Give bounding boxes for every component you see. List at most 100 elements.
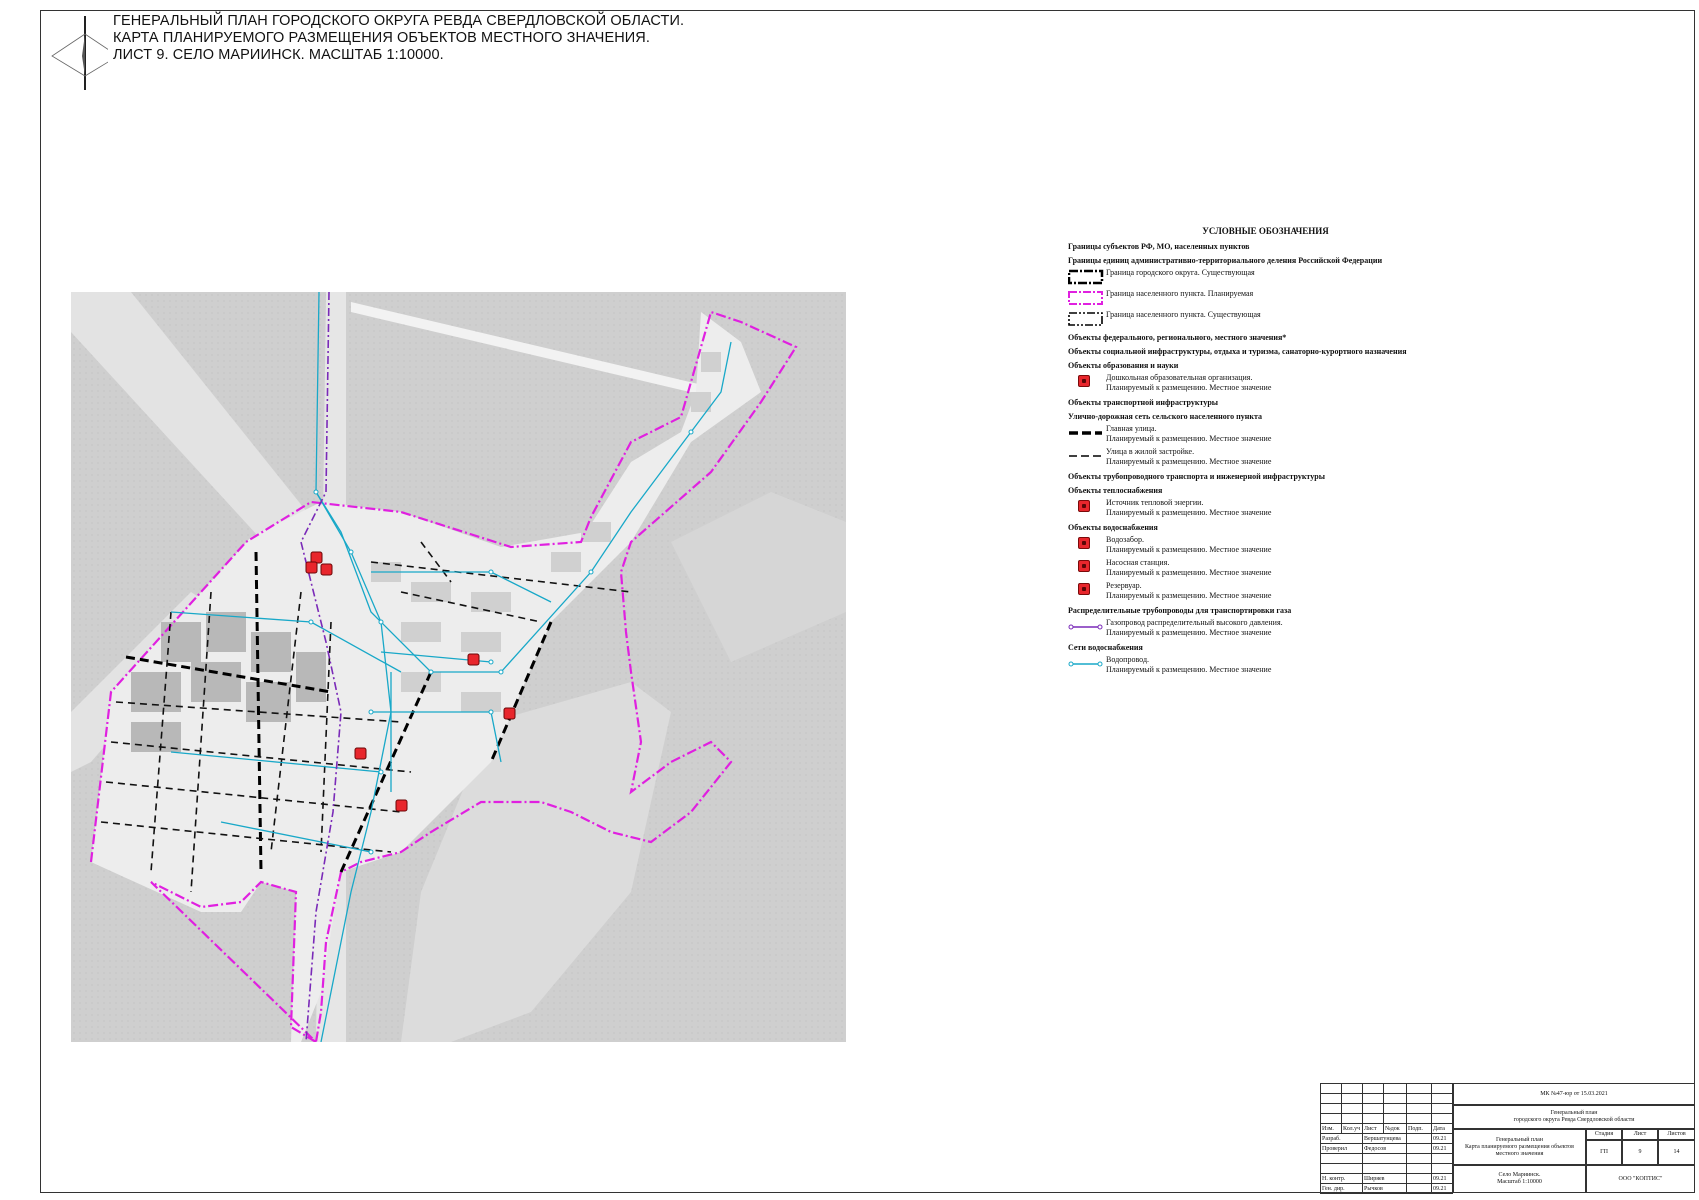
legend-label: Планируемый к размещению. Местное значен… — [1106, 591, 1272, 600]
legend-label: Планируемый к размещению. Местное значен… — [1106, 434, 1272, 443]
legend-item: Улица в жилой застройке. Планируемый к р… — [1068, 447, 1463, 467]
sheet-value: 9 — [1622, 1140, 1658, 1165]
project-line: городского округа Ревда Свердловской обл… — [1513, 1117, 1635, 1123]
header-cell: Кол.уч — [1341, 1123, 1363, 1134]
preschool-icon — [1078, 375, 1090, 387]
header-cell: Дата — [1431, 1123, 1453, 1134]
north-arrow-icon — [51, 16, 108, 90]
legend-heading: Объекты социальной инфраструктуры, отдых… — [1068, 347, 1407, 356]
legend-label: Планируемый к размещению. Местное значен… — [1106, 568, 1272, 577]
legend: УСЛОВНЫЕ ОБОЗНАЧЕНИЯ Границы субъектов Р… — [1068, 226, 1463, 678]
legend-label: Планируемый к размещению. Местное значен… — [1106, 383, 1272, 392]
legend-item: Газопровод распределительный высокого да… — [1068, 618, 1463, 638]
date-cell: 09.21 — [1431, 1173, 1453, 1184]
legend-heading: Объекты образования и науки — [1068, 361, 1179, 370]
legend-heading: Границы единиц административно-территори… — [1068, 256, 1383, 265]
role-cell: Ген. дир. — [1320, 1183, 1363, 1194]
legend-label: Резервуар. — [1106, 581, 1142, 590]
place-cell: Село Мариинск. Масштаб 1:10000 — [1453, 1165, 1586, 1193]
date-cell: 09.21 — [1431, 1143, 1453, 1154]
sheets-header: Листов — [1658, 1129, 1695, 1140]
legend-label: Планируемый к размещению. Местное значен… — [1106, 508, 1272, 517]
legend-heading: Распределительные трубопроводы для транс… — [1068, 606, 1292, 615]
sheet-name-line: Карта планируемого размещения объектов — [1464, 1143, 1575, 1150]
legend-label: Источник тепловой энергии. — [1106, 498, 1204, 507]
legend-heading: Объекты федерального, регионального, мес… — [1068, 333, 1287, 342]
sheet-header: Лист — [1622, 1129, 1658, 1140]
residential-street-symbol — [1069, 455, 1102, 457]
water-intake-icon — [1078, 537, 1090, 549]
legend-heading: Улично-дорожная сеть сельского населенно… — [1068, 412, 1263, 421]
header-cell: Лист — [1362, 1123, 1384, 1134]
stage-value: ГП — [1586, 1140, 1622, 1165]
title-line-1: ГЕНЕРАЛЬНЫЙ ПЛАН ГОРОДСКОГО ОКРУГА РЕВДА… — [113, 13, 685, 29]
title-line-3: ЛИСТ 9. СЕЛО МАРИИНСК. МАСШТАБ 1:10000. — [113, 47, 444, 63]
legend-label: Планируемый к размещению. Местное значен… — [1106, 457, 1272, 466]
place-line: Масштаб 1:10000 — [1497, 1179, 1542, 1185]
main-street-symbol — [1069, 431, 1102, 435]
date-cell: 09.21 — [1431, 1183, 1453, 1194]
legend-heading: Сети водоснабжения — [1068, 643, 1143, 652]
legend-item: Граница населенного пункта. Планируемая — [1068, 289, 1463, 307]
legend-label: Граница населенного пункта. Существующая — [1106, 310, 1261, 319]
role-cell: Н. контр. — [1320, 1173, 1363, 1184]
legend-heading: Объекты водоснабжения — [1068, 523, 1158, 532]
legend-label: Главная улица. — [1106, 424, 1157, 433]
legend-label: Планируемый к размещению. Местное значен… — [1106, 665, 1272, 674]
water-pipe-symbol — [1068, 661, 1103, 667]
legend-heading: Объекты теплоснабжения — [1068, 486, 1163, 495]
project-line: Генеральный план — [1550, 1110, 1598, 1116]
project-cell: Генеральный план городского округа Ревда… — [1453, 1105, 1695, 1129]
role-cell: Проверил — [1320, 1143, 1363, 1154]
name-cell: Рычков — [1362, 1183, 1407, 1194]
legend-item: Резервуар. Планируемый к размещению. Мес… — [1068, 581, 1463, 601]
gas-pipe-symbol — [1068, 624, 1103, 630]
legend-heading: Границы субъектов РФ, МО, населенных пун… — [1068, 242, 1250, 251]
legend-item: Источник тепловой энергии. Планируемый к… — [1068, 498, 1463, 518]
date-cell: 09.21 — [1431, 1133, 1453, 1144]
legend-label: Водозабор. — [1106, 535, 1144, 544]
legend-label: Улица в жилой застройке. — [1106, 447, 1195, 456]
legend-item: Главная улица. Планируемый к размещению.… — [1068, 424, 1463, 444]
map-canvas[interactable] — [71, 292, 846, 1042]
city-boundary-symbol — [1068, 269, 1104, 285]
reservoir-icon — [1078, 583, 1090, 595]
legend-label: Водопровод. — [1106, 655, 1150, 664]
name-cell: Ширяев — [1362, 1173, 1407, 1184]
legend-item: Граница городского округа. Существующая — [1068, 268, 1463, 286]
pump-station-icon — [1078, 560, 1090, 572]
legend-heading: Объекты трубопроводного транспорта и инж… — [1068, 472, 1325, 481]
stage-header: Стадия — [1586, 1129, 1622, 1140]
planned-boundary-symbol — [1068, 291, 1103, 305]
legend-label: Планируемый к размещению. Местное значен… — [1106, 545, 1272, 554]
map-drawing — [71, 292, 846, 1042]
legend-title: УСЛОВНЫЕ ОБОЗНАЧЕНИЯ — [1202, 226, 1329, 236]
legend-item: Водопровод. Планируемый к размещению. Ме… — [1068, 655, 1463, 675]
company-cell: ООО "КОПТИС" — [1586, 1165, 1695, 1193]
sheet-name-line: Генеральный план — [1495, 1136, 1544, 1143]
title-block: Изм. Кол.уч Лист №док Подп. Дата Разраб.… — [1320, 1083, 1695, 1194]
title-line-2: КАРТА ПЛАНИРУЕМОГО РАЗМЕЩЕНИЯ ОБЪЕКТОВ М… — [113, 30, 651, 46]
header-cell: Подп. — [1406, 1123, 1432, 1134]
existing-boundary-symbol — [1068, 312, 1103, 326]
sheet-name-cell: Генеральный план Карта планируемого разм… — [1453, 1129, 1586, 1165]
place-line: Село Мариинск. — [1498, 1172, 1541, 1178]
header-cell: Изм. — [1320, 1123, 1342, 1134]
legend-item: Водозабор. Планируемый к размещению. Мес… — [1068, 535, 1463, 555]
legend-label: Дошкольная образовательная организация. — [1106, 373, 1253, 382]
legend-item: Дошкольная образовательная организация. … — [1068, 373, 1463, 393]
legend-label: Насосная станция. — [1106, 558, 1170, 567]
revision-table: Изм. Кол.уч Лист №док Подп. Дата Разраб.… — [1320, 1083, 1453, 1194]
legend-label: Граница городского округа. Существующая — [1106, 268, 1255, 277]
name-cell: Вершатунцева — [1362, 1133, 1407, 1144]
header-cell: №док — [1383, 1123, 1407, 1134]
legend-item: Граница населенного пункта. Существующая — [1068, 310, 1463, 328]
legend-item: Насосная станция. Планируемый к размещен… — [1068, 558, 1463, 578]
sheets-value: 14 — [1658, 1140, 1695, 1165]
legend-label: Планируемый к размещению. Местное значен… — [1106, 628, 1272, 637]
role-cell: Разраб. — [1320, 1133, 1363, 1144]
contract-cell: МК №47-юр от 15.03.2021 — [1453, 1083, 1695, 1105]
map-title: ГЕНЕРАЛЬНЫЙ ПЛАН ГОРОДСКОГО ОКРУГА РЕВДА… — [113, 13, 684, 64]
name-cell: Федосов — [1362, 1143, 1407, 1154]
sheet-name-line: местного значения — [1495, 1150, 1544, 1157]
